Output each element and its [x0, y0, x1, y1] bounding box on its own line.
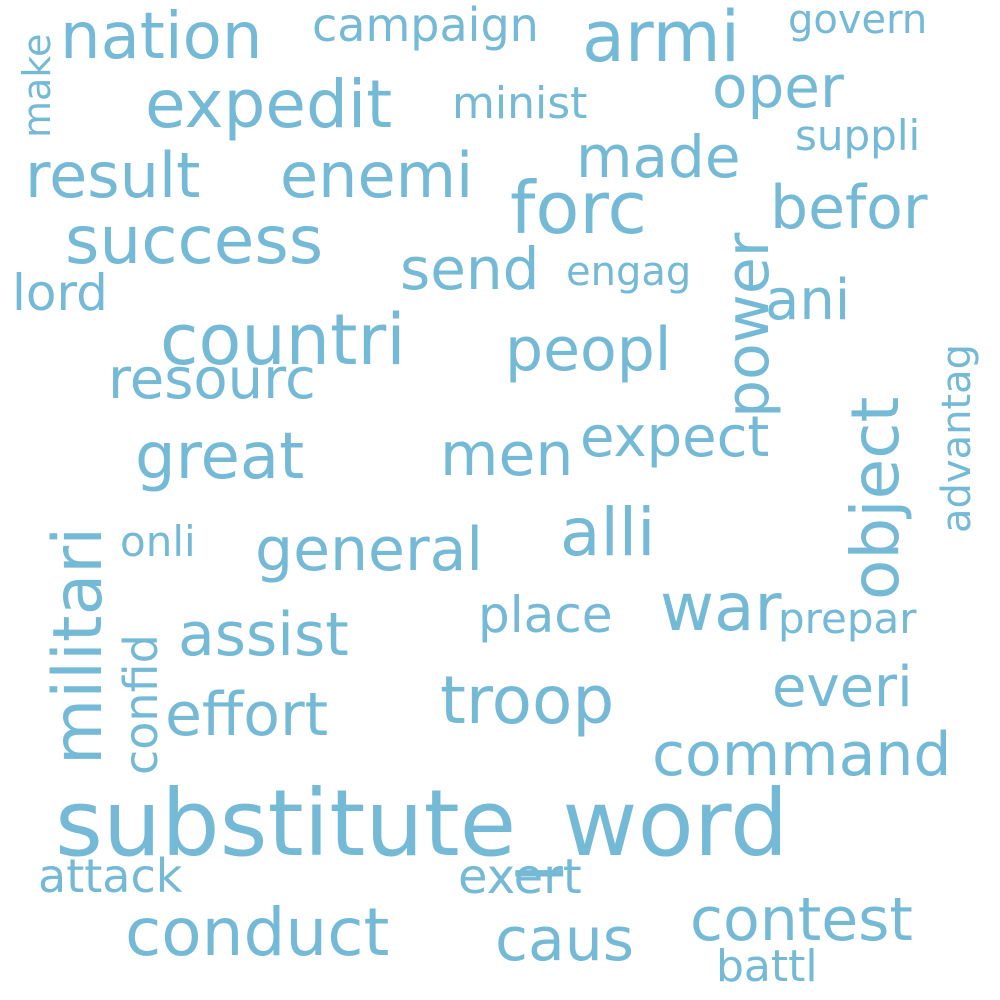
- word-command: command: [652, 720, 952, 790]
- word-govern: govern: [788, 0, 928, 43]
- word-advantag: advantag: [934, 343, 980, 533]
- word-expect: expect: [580, 405, 770, 470]
- word-campaign: campaign: [312, 0, 539, 52]
- word-confid: confid: [114, 634, 168, 775]
- word-men: men: [440, 420, 574, 490]
- word-send: send: [400, 235, 540, 303]
- word-conduct: conduct: [125, 894, 390, 971]
- word-everi: everi: [772, 655, 913, 720]
- word-militari: militari: [39, 526, 118, 765]
- word-nation: nation: [60, 0, 263, 74]
- word-make: make: [15, 33, 59, 138]
- word-prepar: prepar: [778, 594, 917, 643]
- word-place: place: [478, 586, 613, 644]
- word-great: great: [135, 420, 305, 494]
- word-enemi: enemi: [280, 139, 474, 212]
- word-made: made: [576, 123, 741, 191]
- word-result: result: [25, 139, 201, 212]
- word-oper: oper: [712, 53, 844, 121]
- word-war: war: [660, 569, 782, 646]
- word-peopl: peopl: [505, 315, 672, 385]
- word-ani: ani: [765, 268, 851, 333]
- word-battl: battl: [716, 941, 818, 992]
- word-troop: troop: [440, 662, 615, 739]
- word-engag: engag: [566, 249, 692, 295]
- word-object: object: [837, 396, 914, 600]
- word-caus: caus: [495, 905, 635, 975]
- word-suppli: suppli: [795, 111, 921, 160]
- word-resourc: resourc: [108, 347, 316, 412]
- word-effort: effort: [165, 680, 329, 750]
- word-befor: befor: [770, 173, 928, 243]
- word-minist: minist: [452, 78, 588, 129]
- word-alli: alli: [560, 494, 656, 571]
- word-exert: exert: [458, 849, 582, 905]
- word-cloud: substitute_word militari countri forc ar…: [0, 0, 1000, 1000]
- word-assist: assist: [178, 600, 349, 670]
- word-expedit: expedit: [145, 66, 393, 143]
- word-general: general: [255, 515, 484, 585]
- word-lord: lord: [12, 264, 108, 322]
- word-onli: onli: [120, 517, 196, 566]
- word-attack: attack: [38, 849, 183, 903]
